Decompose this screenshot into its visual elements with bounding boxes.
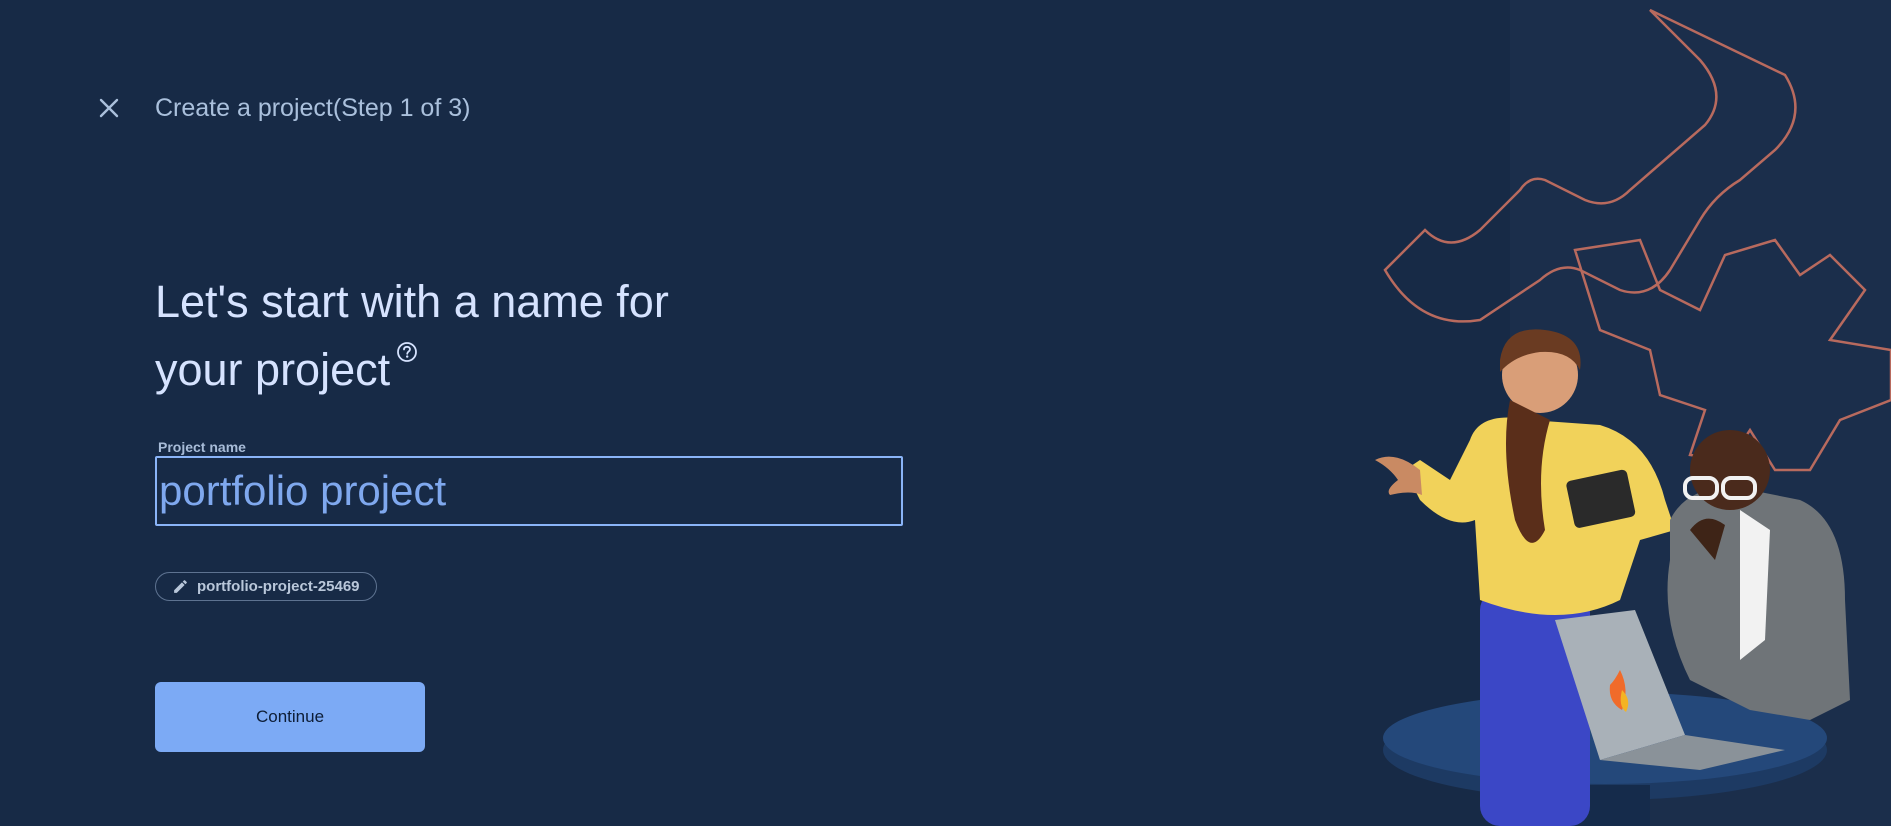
headline: Let's start with a name for your project bbox=[155, 268, 775, 404]
project-name-label: Project name bbox=[158, 439, 246, 455]
project-name-input[interactable] bbox=[155, 456, 903, 526]
decorative-outline-shape bbox=[1383, 8, 1797, 323]
create-project-page: Create a project(Step 1 of 3) Let's star… bbox=[0, 0, 1891, 826]
page-title: Create a project(Step 1 of 3) bbox=[155, 94, 471, 122]
headline-line-1: Let's start with a name for bbox=[155, 276, 669, 327]
headline-line-2: your project bbox=[155, 336, 775, 404]
project-id-text: portfolio-project-25469 bbox=[197, 578, 360, 595]
pencil-icon bbox=[174, 580, 187, 593]
help-circle-icon[interactable] bbox=[396, 314, 418, 362]
close-button[interactable] bbox=[94, 93, 124, 123]
continue-button[interactable]: Continue bbox=[155, 682, 425, 752]
close-icon bbox=[99, 98, 119, 118]
illustration bbox=[1375, 8, 1891, 826]
project-id-chip[interactable]: portfolio-project-25469 bbox=[155, 572, 377, 601]
headline-line-2-text: your project bbox=[155, 344, 391, 395]
